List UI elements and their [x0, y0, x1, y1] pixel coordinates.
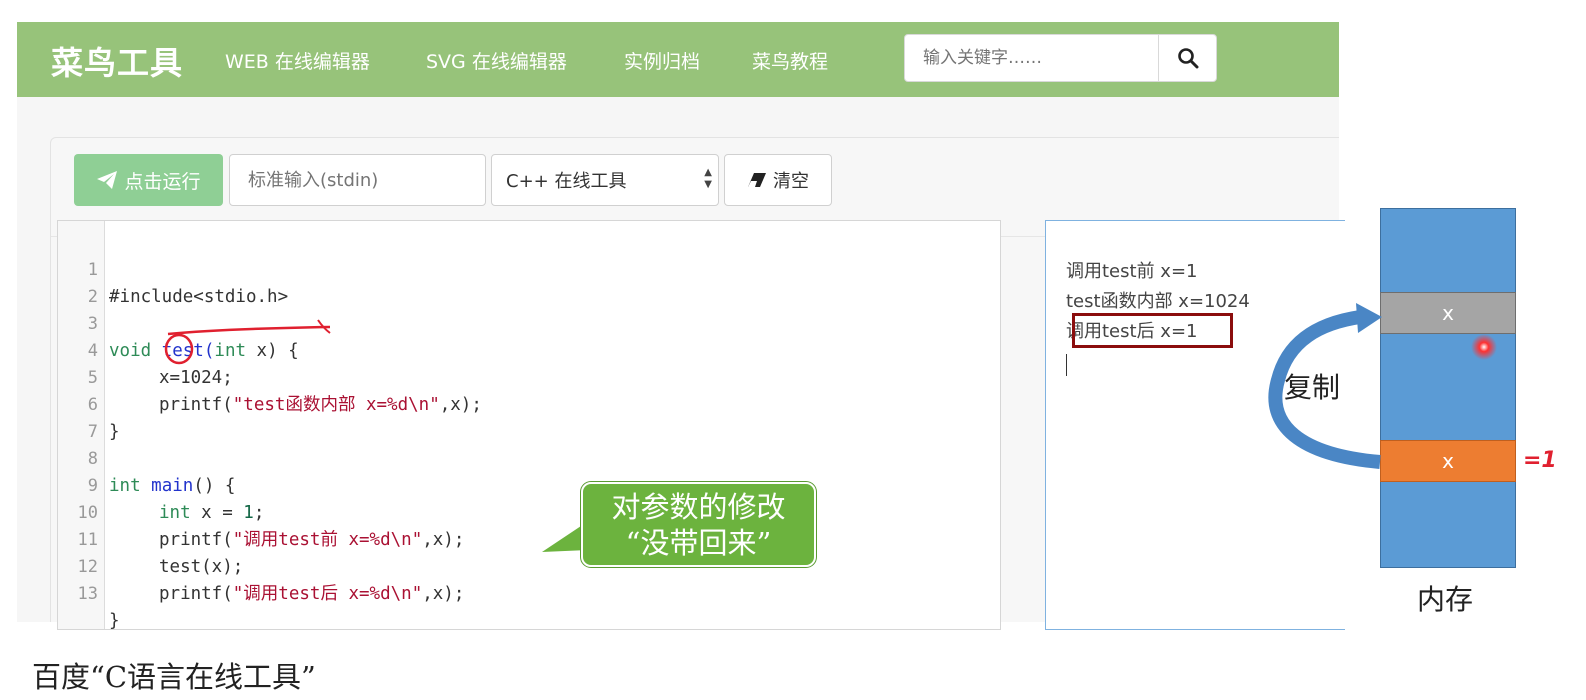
- callout-bubble: 对参数的修改 “没带回来”: [581, 482, 816, 567]
- underline-mark: [167, 325, 331, 336]
- circle-mark: [164, 333, 194, 365]
- highlight-box: [1072, 313, 1233, 348]
- laser-pointer: [1471, 334, 1497, 360]
- output-line: test函数内部 x=1024: [1066, 291, 1250, 312]
- text-cursor: [1066, 354, 1067, 376]
- slide-caption: 百度“C语言在线工具”: [32, 660, 316, 694]
- callout-line1: 对参数的修改: [611, 490, 786, 524]
- memory-cell-copy: x: [1380, 292, 1516, 334]
- copy-label: 复制: [1284, 371, 1341, 404]
- memory-cell-original: x: [1380, 440, 1516, 482]
- output-line: 调用test前 x=1: [1066, 261, 1198, 282]
- callout-line2: “没带回来”: [625, 526, 772, 560]
- memory-label: 内存: [1417, 583, 1474, 616]
- handwritten-equals-one: =1: [1523, 448, 1557, 473]
- memory-column: [1380, 208, 1516, 568]
- arrow-head: [1356, 303, 1382, 333]
